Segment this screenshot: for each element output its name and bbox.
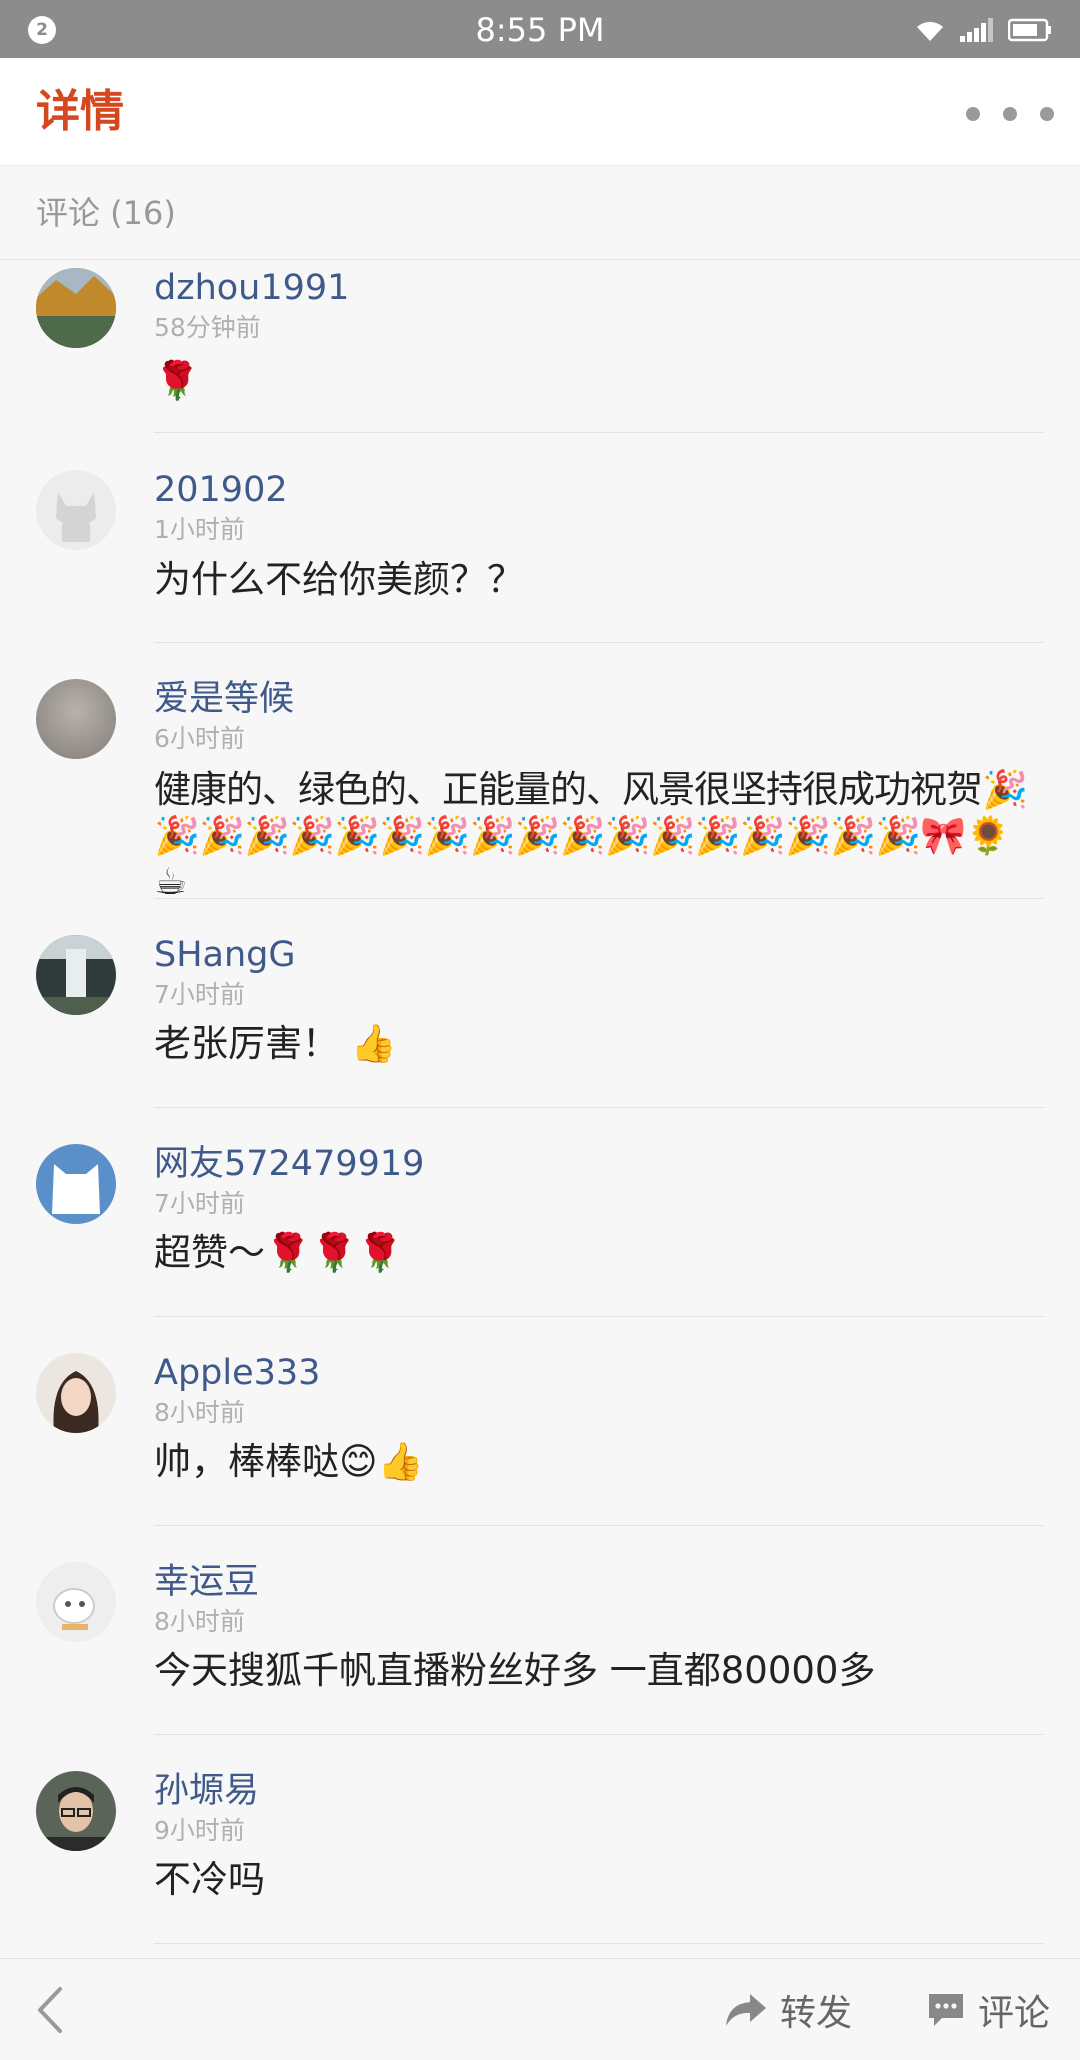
comment-text: 健康的、绿色的、正能量的、风景很坚持很成功祝贺🎉🎉🎉🎉🎉🎉🎉🎉🎉🎉🎉🎉🎉🎉🎉🎉🎉… (154, 768, 1028, 903)
comment-text: 不冷吗 (154, 1858, 265, 1901)
status-icons (914, 12, 1052, 48)
forward-button[interactable]: 转发 (724, 1979, 852, 2041)
comment-item[interactable]: 201902 1小时前 为什么不给你美颜？？ (0, 433, 1080, 643)
avatar[interactable] (36, 470, 116, 550)
comment-author[interactable]: 幸运豆 (154, 1560, 259, 1604)
comment-text: 老张厉害！ 👍 (154, 1022, 397, 1065)
comment-time: 7小时前 (154, 1189, 245, 1218)
comment-author[interactable]: 孙塬易 (154, 1769, 259, 1813)
wifi-icon (917, 21, 943, 41)
comment-item[interactable]: Apple333 8小时前 帅，棒棒哒😊👍 (0, 1317, 1080, 1526)
comment-text: 今天搜狐千帆直播粉丝好多 一直都80000多 (154, 1649, 876, 1692)
avatar[interactable] (36, 935, 116, 1015)
comment-author[interactable]: SHangG (154, 933, 296, 977)
avatar[interactable] (36, 679, 116, 759)
comments-header: 评论 (16) (0, 166, 1080, 260)
comment-list[interactable]: dzhou1991 58分钟前 🌹 201902 1小时前 为什么不给你美颜？？ (0, 260, 1080, 1960)
comment-icon (929, 1994, 963, 2026)
battery-icon (1008, 18, 1051, 42)
comment-item[interactable]: 幸运豆 8小时前 今天搜狐千帆直播粉丝好多 一直都80000多 (0, 1526, 1080, 1735)
comment-time: 7小时前 (154, 980, 245, 1009)
comment-text: 超赞～🌹🌹🌹 (154, 1231, 404, 1274)
comment-author[interactable]: 爱是等候 (154, 677, 294, 721)
comment-label: 评论 (978, 1993, 1051, 2034)
comment-time: 58分钟前 (154, 313, 261, 342)
comment-author[interactable]: Apple333 (154, 1351, 320, 1395)
comment-item[interactable]: 网友572479919 7小时前 超赞～🌹🌹🌹 (0, 1108, 1080, 1317)
comment-text: 🌹 (154, 359, 201, 402)
avatar[interactable] (36, 1353, 116, 1433)
divider (154, 1943, 1044, 1944)
comment-time: 1小时前 (154, 515, 245, 544)
more-dot-icon (966, 107, 980, 121)
comment-item[interactable]: 爱是等候 6小时前 健康的、绿色的、正能量的、风景很坚持很成功祝贺🎉🎉🎉🎉🎉🎉🎉… (0, 643, 1080, 903)
avatar[interactable] (36, 268, 116, 348)
signal-icon (960, 18, 993, 42)
forward-label: 转发 (780, 1993, 853, 2034)
more-dot-icon (1040, 107, 1054, 121)
comment-text: 为什么不给你美颜？？ (154, 558, 524, 601)
comment-author[interactable]: dzhou1991 (154, 266, 349, 310)
page-title: 详情 (36, 86, 124, 137)
top-bar: 详情 (0, 58, 1080, 166)
comment-time: 8小时前 (154, 1607, 245, 1636)
comment-item[interactable]: SHangG 7小时前 老张厉害！ 👍 (0, 899, 1080, 1108)
comment-button[interactable]: 评论 (926, 1979, 1050, 2041)
more-options-button[interactable] (966, 92, 1054, 136)
comment-author[interactable]: 网友572479919 (154, 1142, 424, 1186)
comment-time: 8小时前 (154, 1398, 245, 1427)
comment-item[interactable]: dzhou1991 58分钟前 🌹 (0, 260, 1080, 433)
status-bar: 2 8:55 PM (0, 0, 1080, 58)
comment-text: 帅，棒棒哒😊👍 (154, 1440, 424, 1483)
comment-item[interactable]: 孙塬易 9小时前 不冷吗 (0, 1735, 1080, 1944)
avatar[interactable] (36, 1771, 116, 1851)
comments-count-label: 评论 (16) (36, 194, 176, 232)
avatar[interactable] (36, 1562, 116, 1642)
comment-author[interactable]: 201902 (154, 468, 288, 512)
comment-time: 6小时前 (154, 724, 245, 753)
comment-time: 9小时前 (154, 1816, 245, 1845)
bottom-bar: 转发 评论 (0, 1958, 1080, 2060)
avatar[interactable] (36, 1144, 116, 1224)
forward-icon (726, 1994, 766, 2026)
back-icon[interactable] (26, 1983, 80, 2037)
more-dot-icon (1003, 107, 1017, 121)
